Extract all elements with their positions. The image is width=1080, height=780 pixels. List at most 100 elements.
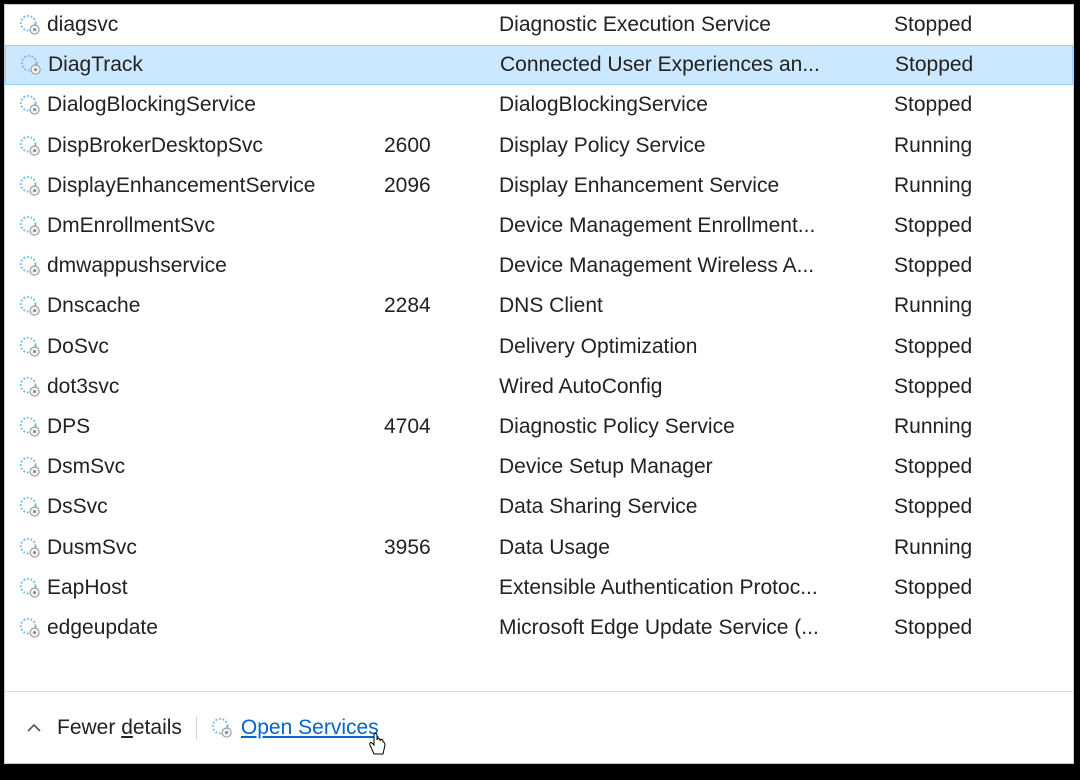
service-name-text: DialogBlockingService — [47, 93, 256, 117]
service-gear-icon — [19, 215, 41, 237]
service-gear-icon — [19, 456, 41, 478]
table-row[interactable]: diagsvcDiagnostic Execution ServiceStopp… — [5, 5, 1073, 45]
table-row[interactable]: DusmSvc 3956Data UsageRunning — [5, 527, 1073, 567]
table-row[interactable]: DsmSvc Device Setup ManagerStopped — [5, 447, 1073, 487]
service-name-cell: DiagTrack — [20, 53, 385, 77]
service-status-cell: Stopped — [894, 495, 1073, 519]
service-pid-cell: 2600 — [384, 134, 499, 158]
service-status-cell: Running — [894, 536, 1073, 560]
service-gear-icon — [19, 617, 41, 639]
service-desc-cell: Device Setup Manager — [499, 455, 894, 479]
service-gear-icon — [19, 336, 41, 358]
table-row[interactable]: dmwappushservice Device Management Wirele… — [5, 246, 1073, 286]
service-name-cell: DmEnrollmentSvc — [19, 214, 384, 238]
service-name-cell: dot3svc — [19, 375, 384, 399]
services-window: diagsvcDiagnostic Execution ServiceStopp… — [4, 4, 1074, 764]
table-row[interactable]: DiagTrack Connected User Experiences an..… — [5, 45, 1073, 85]
service-name-text: dot3svc — [47, 375, 119, 399]
service-name-text: DiagTrack — [48, 53, 143, 77]
service-name-text: DmEnrollmentSvc — [47, 214, 215, 238]
table-row[interactable]: Dnscache 2284DNS ClientRunning — [5, 286, 1073, 326]
service-gear-icon — [19, 255, 41, 277]
service-status-cell: Stopped — [894, 214, 1073, 238]
service-name-text: EapHost — [47, 576, 128, 600]
table-row[interactable]: edgeupdate Microsoft Edge Update Service … — [5, 608, 1073, 648]
service-name-text: DoSvc — [47, 335, 109, 359]
service-gear-icon — [19, 94, 41, 116]
service-name-cell: DialogBlockingService — [19, 93, 384, 117]
service-name-cell: DsmSvc — [19, 455, 384, 479]
service-name-text: diagsvc — [47, 13, 118, 37]
table-row[interactable]: DoSvcDelivery OptimizationStopped — [5, 327, 1073, 367]
service-desc-cell: Device Management Wireless A... — [499, 254, 894, 278]
service-name-cell: DisplayEnhancementService — [19, 174, 384, 198]
table-row[interactable]: DisplayEnhancementService 2096Display Enh… — [5, 166, 1073, 206]
service-name-cell: EapHost — [19, 576, 384, 600]
service-desc-cell: Delivery Optimization — [499, 335, 894, 359]
service-gear-icon — [19, 14, 41, 36]
service-desc-cell: Diagnostic Policy Service — [499, 415, 894, 439]
service-status-cell: Stopped — [894, 13, 1073, 37]
open-services-link[interactable]: Open Services — [211, 716, 379, 740]
table-row[interactable]: DsSvc Data Sharing ServiceStopped — [5, 487, 1073, 527]
table-row[interactable]: dot3svc Wired AutoConfigStopped — [5, 367, 1073, 407]
service-desc-cell: Connected User Experiences an... — [500, 53, 895, 77]
service-name-text: Dnscache — [47, 294, 140, 318]
table-row[interactable]: DialogBlockingServiceDialogBlockingServi… — [5, 85, 1073, 125]
service-status-cell: Stopped — [894, 576, 1073, 600]
table-row[interactable]: DPS4704Diagnostic Policy ServiceRunning — [5, 407, 1073, 447]
service-status-cell: Running — [894, 415, 1073, 439]
service-desc-cell: Data Sharing Service — [499, 495, 894, 519]
service-name-text: DsmSvc — [47, 455, 125, 479]
service-status-cell: Running — [894, 294, 1073, 318]
service-status-cell: Stopped — [894, 254, 1073, 278]
service-gear-icon — [19, 537, 41, 559]
service-desc-cell: Display Enhancement Service — [499, 174, 894, 198]
service-name-text: DisplayEnhancementService — [47, 174, 315, 198]
service-name-cell: edgeupdate — [19, 616, 384, 640]
service-name-text: dmwappushservice — [47, 254, 227, 278]
service-desc-cell: Data Usage — [499, 536, 894, 560]
service-gear-icon — [19, 175, 41, 197]
service-desc-cell: Wired AutoConfig — [499, 375, 894, 399]
service-desc-cell: Extensible Authentication Protoc... — [499, 576, 894, 600]
service-pid-cell: 3956 — [384, 536, 499, 560]
service-gear-icon — [19, 135, 41, 157]
service-pid-cell: 4704 — [384, 415, 499, 439]
service-gear-icon — [20, 54, 42, 76]
service-name-cell: diagsvc — [19, 13, 384, 37]
service-name-cell: DusmSvc — [19, 536, 384, 560]
fewer-details-link[interactable]: Fewer details — [57, 716, 182, 740]
service-desc-cell: Microsoft Edge Update Service (... — [499, 616, 894, 640]
service-status-cell: Stopped — [894, 375, 1073, 399]
service-pid-cell: 2096 — [384, 174, 499, 198]
service-name-cell: Dnscache — [19, 294, 384, 318]
service-name-text: edgeupdate — [47, 616, 158, 640]
service-name-cell: dmwappushservice — [19, 254, 384, 278]
service-status-cell: Stopped — [894, 616, 1073, 640]
services-table[interactable]: diagsvcDiagnostic Execution ServiceStopp… — [5, 5, 1073, 691]
service-desc-cell: DNS Client — [499, 294, 894, 318]
service-gear-icon — [19, 496, 41, 518]
service-desc-cell: Display Policy Service — [499, 134, 894, 158]
chevron-up-icon[interactable] — [25, 719, 43, 737]
service-desc-cell: Device Management Enrollment... — [499, 214, 894, 238]
service-status-cell: Stopped — [894, 455, 1073, 479]
service-gear-icon — [19, 376, 41, 398]
service-name-cell: DispBrokerDesktopSvc — [19, 134, 384, 158]
service-status-cell: Running — [894, 134, 1073, 158]
table-row[interactable]: DmEnrollmentSvc Device Management Enrollm… — [5, 206, 1073, 246]
service-name-text: DusmSvc — [47, 536, 137, 560]
service-pid-cell: 2284 — [384, 294, 499, 318]
service-name-text: DsSvc — [47, 495, 108, 519]
service-name-cell: DsSvc — [19, 495, 384, 519]
service-status-cell: Running — [894, 174, 1073, 198]
footer-bar: Fewer details Open Services — [5, 691, 1073, 763]
table-row[interactable]: DispBrokerDesktopSvc 2600Display Policy S… — [5, 126, 1073, 166]
service-name-text: DispBrokerDesktopSvc — [47, 134, 263, 158]
service-gear-icon — [19, 577, 41, 599]
table-row[interactable]: EapHost Extensible Authentication Protoc.… — [5, 568, 1073, 608]
service-status-cell: Stopped — [895, 53, 1072, 77]
service-status-cell: Stopped — [894, 93, 1073, 117]
service-name-cell: DoSvc — [19, 335, 384, 359]
